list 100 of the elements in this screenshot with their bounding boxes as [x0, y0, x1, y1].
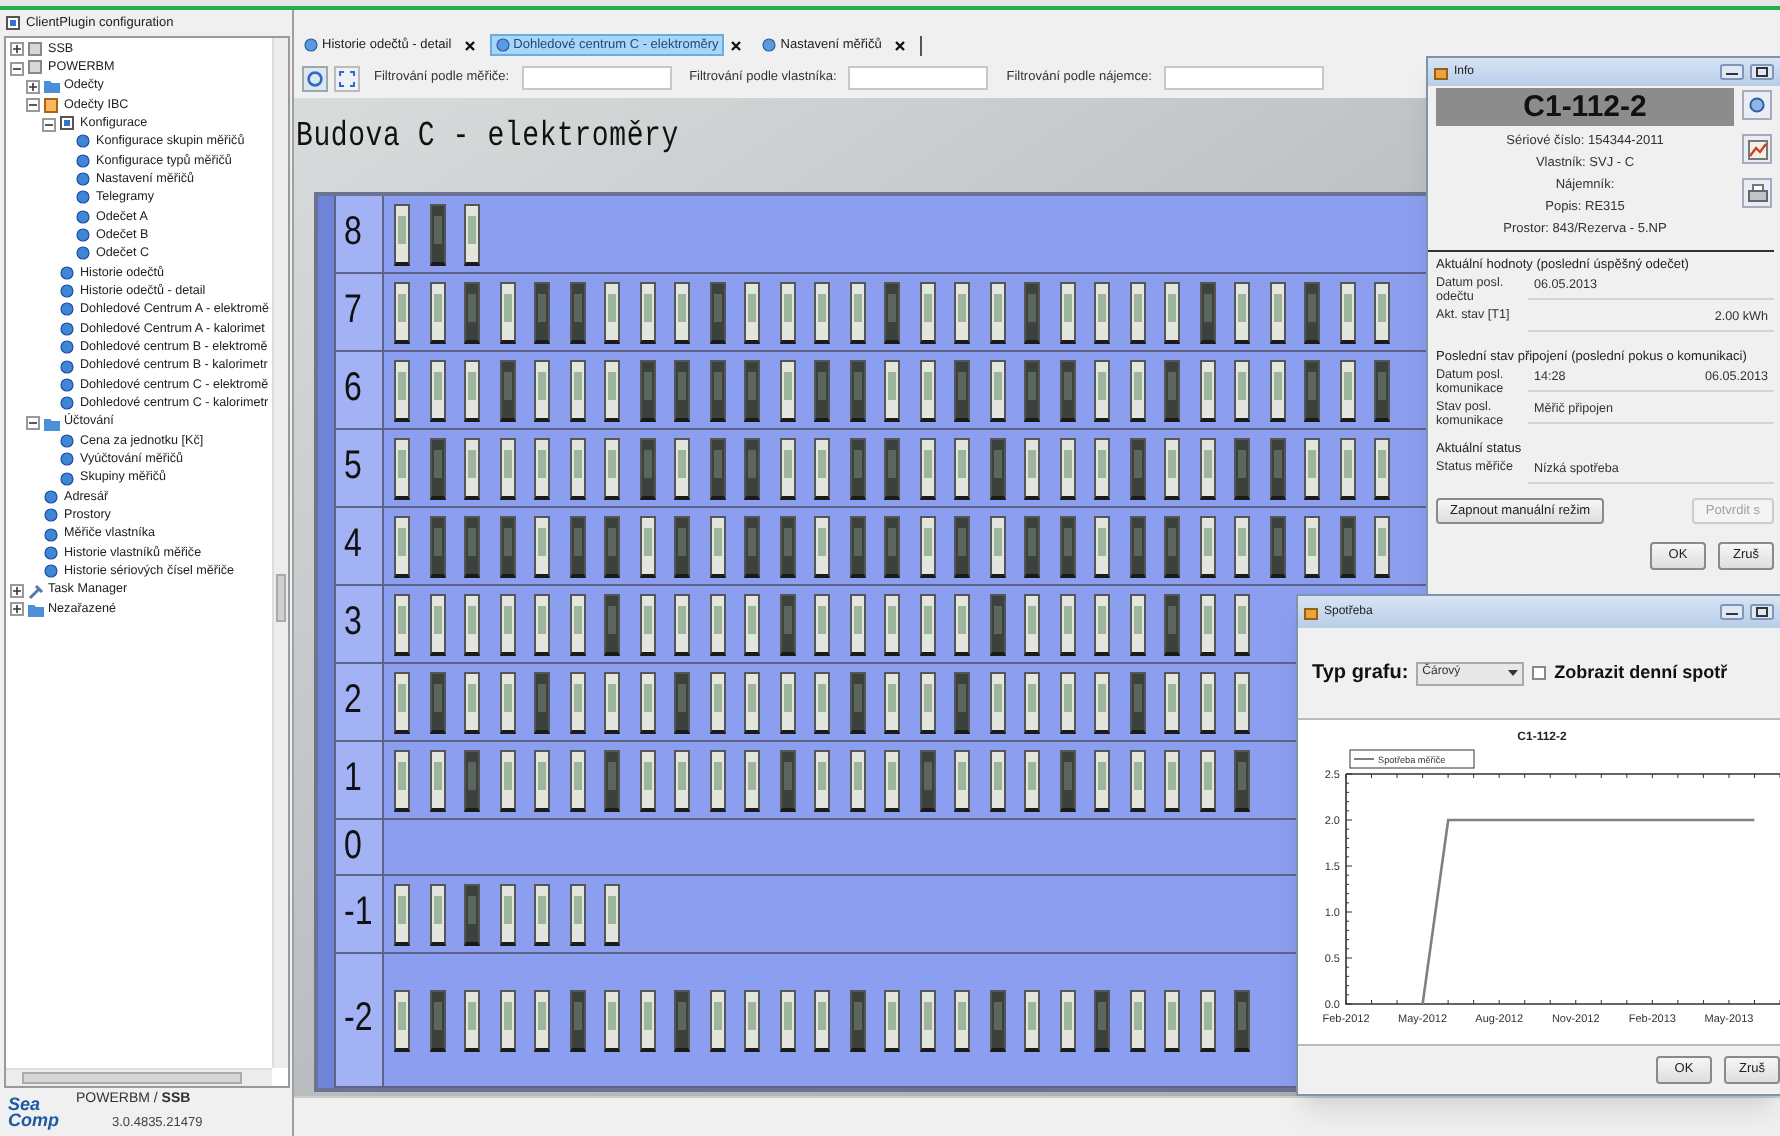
refresh-button[interactable] [1742, 90, 1772, 120]
meter-icon[interactable] [394, 989, 410, 1051]
meter-icon[interactable] [464, 203, 480, 265]
meter-icon[interactable] [1059, 989, 1075, 1051]
meter-icon[interactable] [1164, 989, 1180, 1051]
meter-icon[interactable] [1164, 671, 1180, 733]
meter-icon[interactable] [429, 593, 445, 655]
meter-icon[interactable] [569, 671, 585, 733]
meter-icon[interactable] [989, 671, 1005, 733]
expand-toggle[interactable] [10, 61, 24, 76]
meter-icon[interactable] [1094, 281, 1110, 343]
meter-icon[interactable] [1339, 281, 1355, 343]
meter-icon[interactable] [1374, 515, 1390, 577]
meter-icon[interactable] [394, 359, 410, 421]
meter-icon[interactable] [1129, 437, 1145, 499]
meter-icon[interactable] [709, 989, 725, 1051]
fullscreen-button[interactable] [334, 65, 360, 91]
meter-icon[interactable] [1094, 671, 1110, 733]
meter-icon[interactable] [1339, 359, 1355, 421]
meter-icon[interactable] [989, 437, 1005, 499]
meter-icon[interactable] [919, 671, 935, 733]
meter-icon[interactable] [1339, 515, 1355, 577]
meter-icon[interactable] [394, 593, 410, 655]
chart-button[interactable] [1742, 134, 1772, 164]
meter-icon[interactable] [779, 437, 795, 499]
meter-icon[interactable] [989, 749, 1005, 811]
meter-icon[interactable] [429, 281, 445, 343]
meter-icon[interactable] [429, 749, 445, 811]
meter-icon[interactable] [394, 883, 410, 945]
meter-icon[interactable] [709, 749, 725, 811]
close-icon[interactable] [463, 39, 476, 51]
meter-icon[interactable] [429, 515, 445, 577]
meter-icon[interactable] [639, 749, 655, 811]
meter-icon[interactable] [1199, 593, 1215, 655]
meter-icon[interactable] [1199, 515, 1215, 577]
meter-icon[interactable] [1234, 359, 1250, 421]
vertical-scrollbar[interactable] [272, 38, 288, 1068]
meter-icon[interactable] [709, 281, 725, 343]
meter-icon[interactable] [394, 671, 410, 733]
meter-icon[interactable] [499, 281, 515, 343]
meter-icon[interactable] [709, 515, 725, 577]
meter-icon[interactable] [569, 359, 585, 421]
meter-icon[interactable] [1234, 281, 1250, 343]
meter-icon[interactable] [989, 281, 1005, 343]
meter-icon[interactable] [989, 359, 1005, 421]
meter-icon[interactable] [884, 989, 900, 1051]
meter-icon[interactable] [1199, 437, 1215, 499]
meter-icon[interactable] [954, 749, 970, 811]
meter-icon[interactable] [779, 671, 795, 733]
meter-icon[interactable] [569, 593, 585, 655]
meter-icon[interactable] [779, 593, 795, 655]
meter-icon[interactable] [779, 359, 795, 421]
meter-icon[interactable] [429, 437, 445, 499]
print-button[interactable] [1742, 178, 1772, 208]
expand-toggle[interactable] [26, 98, 40, 113]
meter-icon[interactable] [639, 359, 655, 421]
meter-icon[interactable] [744, 281, 760, 343]
meter-icon[interactable] [1129, 989, 1145, 1051]
expand-toggle[interactable] [10, 584, 24, 599]
meter-icon[interactable] [1094, 593, 1110, 655]
meter-icon[interactable] [1304, 437, 1320, 499]
meter-icon[interactable] [464, 359, 480, 421]
meter-icon[interactable] [534, 593, 550, 655]
meter-icon[interactable] [744, 989, 760, 1051]
minimize-icon[interactable] [1720, 64, 1744, 80]
meter-icon[interactable] [814, 515, 830, 577]
meter-icon[interactable] [814, 749, 830, 811]
meter-icon[interactable] [1234, 593, 1250, 655]
meter-icon[interactable] [849, 437, 865, 499]
minimize-icon[interactable] [1720, 604, 1744, 620]
meter-icon[interactable] [604, 359, 620, 421]
meter-icon[interactable] [954, 437, 970, 499]
meter-icon[interactable] [569, 515, 585, 577]
meter-icon[interactable] [1374, 281, 1390, 343]
meter-icon[interactable] [779, 515, 795, 577]
meter-icon[interactable] [1269, 359, 1285, 421]
meter-icon[interactable] [1129, 671, 1145, 733]
meter-icon[interactable] [1024, 989, 1040, 1051]
meter-icon[interactable] [674, 593, 690, 655]
close-icon[interactable] [730, 39, 743, 51]
meter-icon[interactable] [604, 989, 620, 1051]
meter-icon[interactable] [1094, 515, 1110, 577]
meter-icon[interactable] [814, 593, 830, 655]
meter-icon[interactable] [499, 359, 515, 421]
checkbox[interactable] [1532, 666, 1547, 680]
meter-icon[interactable] [429, 883, 445, 945]
meter-icon[interactable] [394, 515, 410, 577]
meter-icon[interactable] [954, 281, 970, 343]
meter-icon[interactable] [569, 989, 585, 1051]
meter-icon[interactable] [779, 749, 795, 811]
meter-icon[interactable] [1059, 749, 1075, 811]
meter-icon[interactable] [1094, 359, 1110, 421]
expand-toggle[interactable] [26, 79, 40, 94]
meter-icon[interactable] [1269, 437, 1285, 499]
meter-icon[interactable] [674, 281, 690, 343]
close-icon[interactable] [893, 39, 906, 51]
meter-icon[interactable] [1024, 593, 1040, 655]
meter-icon[interactable] [884, 671, 900, 733]
meter-icon[interactable] [674, 749, 690, 811]
meter-icon[interactable] [989, 593, 1005, 655]
